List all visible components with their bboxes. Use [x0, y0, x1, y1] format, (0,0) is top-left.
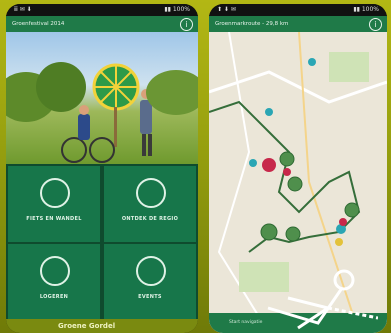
status-icons-left: ⬆ ⬇ ✉	[217, 6, 236, 13]
tile-ontdek-de-regio[interactable]: ONTDEK DE REGIO	[104, 166, 196, 242]
tile-label: FIETS EN WANDEL	[26, 216, 82, 222]
menu-grid: FIETS EN WANDEL ONTDEK DE REGIO LOGEREN …	[6, 164, 198, 320]
tile-logeren[interactable]: LOGEREN	[8, 244, 100, 320]
app-title: Groenmarkroute - 29,8 km	[215, 21, 289, 27]
info-icon[interactable]: i	[180, 18, 193, 31]
tile-events[interactable]: EVENTS	[104, 244, 196, 320]
scissors-icon	[267, 269, 378, 330]
map-pin-icon	[136, 178, 166, 208]
status-bar: ⬆ ⬇ ✉ ▮▮ 100%	[209, 4, 387, 16]
app-title: Groenfestival 2014	[12, 21, 65, 27]
status-icons-right: ▮▮ 100%	[353, 6, 379, 13]
footer-text: Groene Gordel	[58, 322, 116, 330]
bed-icon	[40, 256, 70, 286]
tile-label: LOGEREN	[39, 294, 69, 300]
tile-fiets-en-wandel[interactable]: FIETS EN WANDEL	[8, 166, 100, 242]
calendar-icon	[136, 256, 166, 286]
app-bar: Groenmarkroute - 29,8 km i	[209, 16, 387, 32]
status-icons-right: ▮▮ 100%	[164, 6, 190, 13]
left-phone-screen: ⅲ ✉ ⬇ ▮▮ 100% Groenfestival 2014 i FIETS…	[6, 4, 198, 333]
tree-shape	[146, 70, 198, 115]
info-icon[interactable]: i	[369, 18, 382, 31]
tree-shape	[36, 62, 86, 112]
route-icon	[40, 178, 70, 208]
tile-label: EVENTS	[138, 294, 162, 300]
status-bar: ⅲ ✉ ⬇ ▮▮ 100%	[6, 4, 198, 16]
app-bar: Groenfestival 2014 i	[6, 16, 198, 32]
hero-image	[6, 32, 198, 164]
footer-banner: Groene Gordel	[6, 319, 198, 333]
tile-label: ONTDEK DE REGIO	[121, 216, 179, 222]
status-icons-left: ⅲ ✉ ⬇	[14, 6, 32, 13]
